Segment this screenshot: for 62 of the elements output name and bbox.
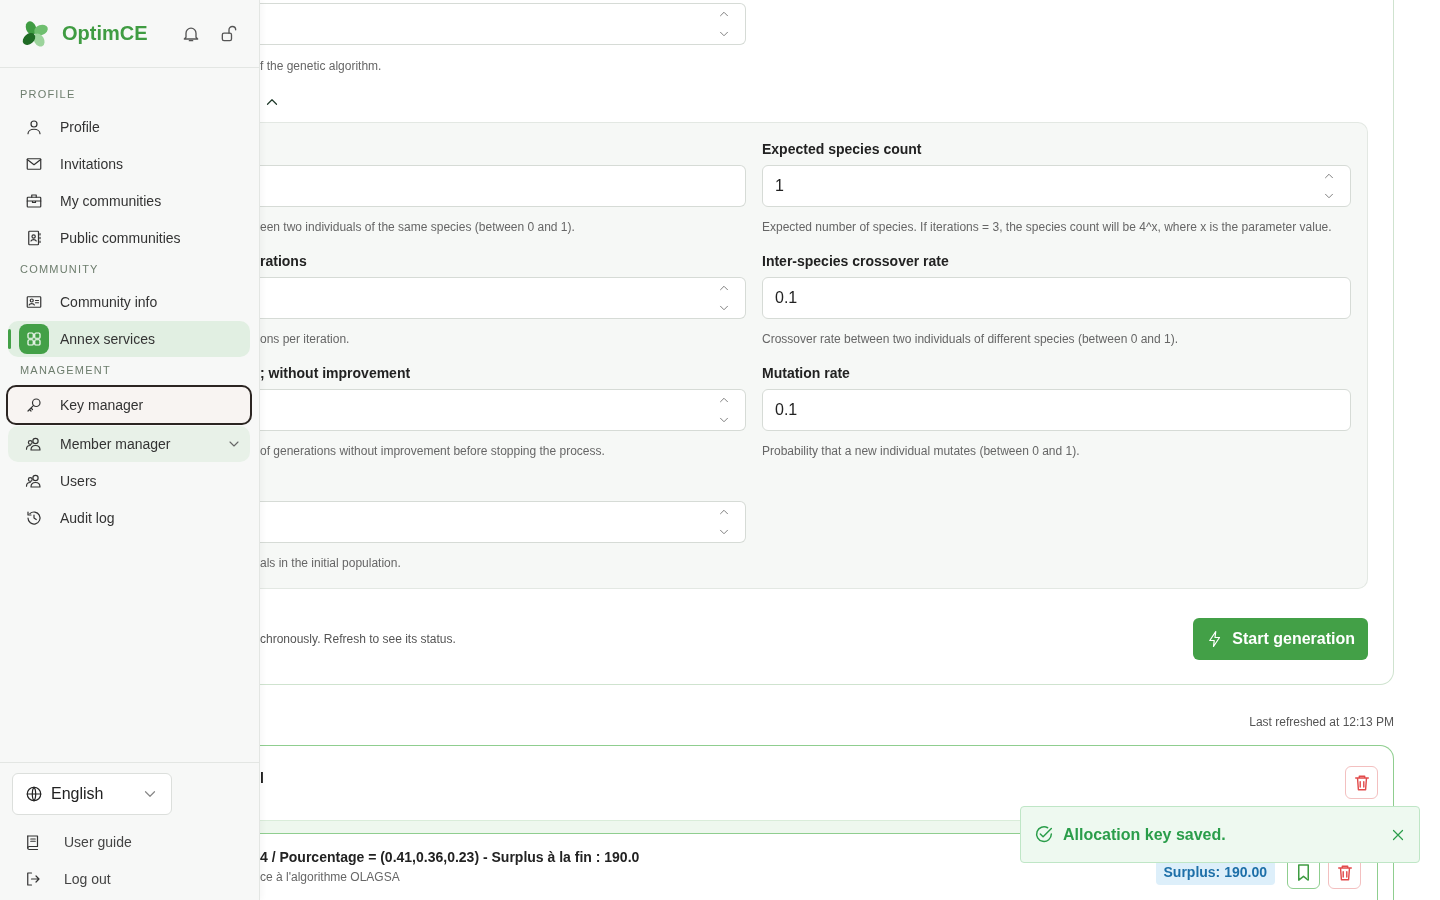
sidebar-item[interactable]: Member manager (8, 426, 250, 462)
grid-icon (19, 324, 49, 354)
sidebar-item[interactable]: Invitations (8, 146, 250, 182)
id-card-icon (25, 293, 43, 311)
help-text: als in the initial population. (260, 555, 402, 572)
sidebar-item[interactable]: Users (8, 463, 250, 499)
unlock-icon (219, 23, 239, 44)
history-icon (25, 509, 43, 527)
key-icon (25, 396, 43, 414)
envelope-icon (25, 155, 43, 173)
person-icon (25, 118, 43, 136)
sidebar-item[interactable]: My communities (8, 183, 250, 219)
result-item-subtitle: ce à l'algorithme OLAGSA (260, 870, 401, 884)
last-refreshed-text: Last refreshed at 12:13 PM (1248, 714, 1394, 730)
toast-message: Allocation key saved. (1063, 825, 1227, 844)
sidebar-item[interactable]: Annex services (8, 321, 250, 357)
people-icon (25, 435, 43, 453)
help-text: f the genetic algorithm. (260, 58, 383, 75)
trash-icon (1354, 774, 1369, 791)
field-label: ; without improvement (260, 364, 412, 383)
field-label: Expected species count (762, 140, 923, 159)
input-field[interactable] (260, 389, 746, 431)
section-heading: COMMUNITY (19, 262, 100, 277)
input-field[interactable]: 0.1 (762, 277, 1351, 319)
help-text: Probability that a new individual mutates (between 0 and 1). (762, 443, 1081, 460)
app-logo-text: OptimCE (62, 22, 148, 45)
field-label: Inter-species crossover rate (762, 252, 950, 271)
language-select[interactable]: English (12, 773, 172, 815)
sidebar-item[interactable]: Profile (8, 109, 250, 145)
help-text: Expected number of species. If iterations = 3, the species count will be 4^x, where x is the parameter value. (762, 219, 1333, 236)
help-text: Crossover rate between two individuals of different species (between 0 and 1). (762, 331, 1179, 348)
result-title: l (260, 770, 264, 786)
input-field[interactable]: 1 (762, 165, 1351, 207)
help-text: een two individuals of the same species (between 0 and 1). (260, 219, 576, 236)
field-label: Mutation rate (762, 364, 851, 383)
field-label: rations (260, 252, 308, 271)
sidebar-link[interactable]: User guide (12, 823, 259, 860)
section-heading: PROFILE (19, 87, 77, 102)
sidebar-link[interactable]: Log out (12, 860, 259, 897)
help-text: of generations without improvement before stopping the process. (260, 443, 606, 460)
globe-icon (25, 785, 43, 803)
sidebar-item[interactable]: Audit log (8, 500, 250, 536)
section-heading: MANAGEMENT (19, 363, 112, 378)
help-text: ons per iteration. (260, 331, 351, 348)
input-field[interactable] (260, 3, 746, 45)
delete-button[interactable] (1345, 766, 1378, 799)
input-field[interactable] (260, 165, 746, 207)
clover-logo-icon (20, 18, 50, 49)
people-icon (25, 472, 43, 490)
info-text: chronously. Refresh to see its status. (260, 632, 456, 646)
sidebar-item[interactable]: Community info (8, 284, 250, 320)
input-field[interactable]: 0.1 (762, 389, 1351, 431)
logout-icon (24, 869, 42, 888)
bookmark-icon (1298, 864, 1309, 881)
sidebar-item[interactable]: Public communities (8, 220, 250, 256)
contact-book-icon (25, 229, 43, 247)
input-field[interactable] (260, 277, 746, 319)
briefcase-icon (25, 192, 43, 210)
input-field[interactable] (260, 501, 746, 543)
result-item-title: 4 / Pourcentage = (0.41,0.36,0.23) - Surplus à la fin : 190.0 (260, 848, 641, 866)
trash-icon (1337, 864, 1352, 881)
sidebar-item[interactable]: Key manager (6, 385, 252, 425)
